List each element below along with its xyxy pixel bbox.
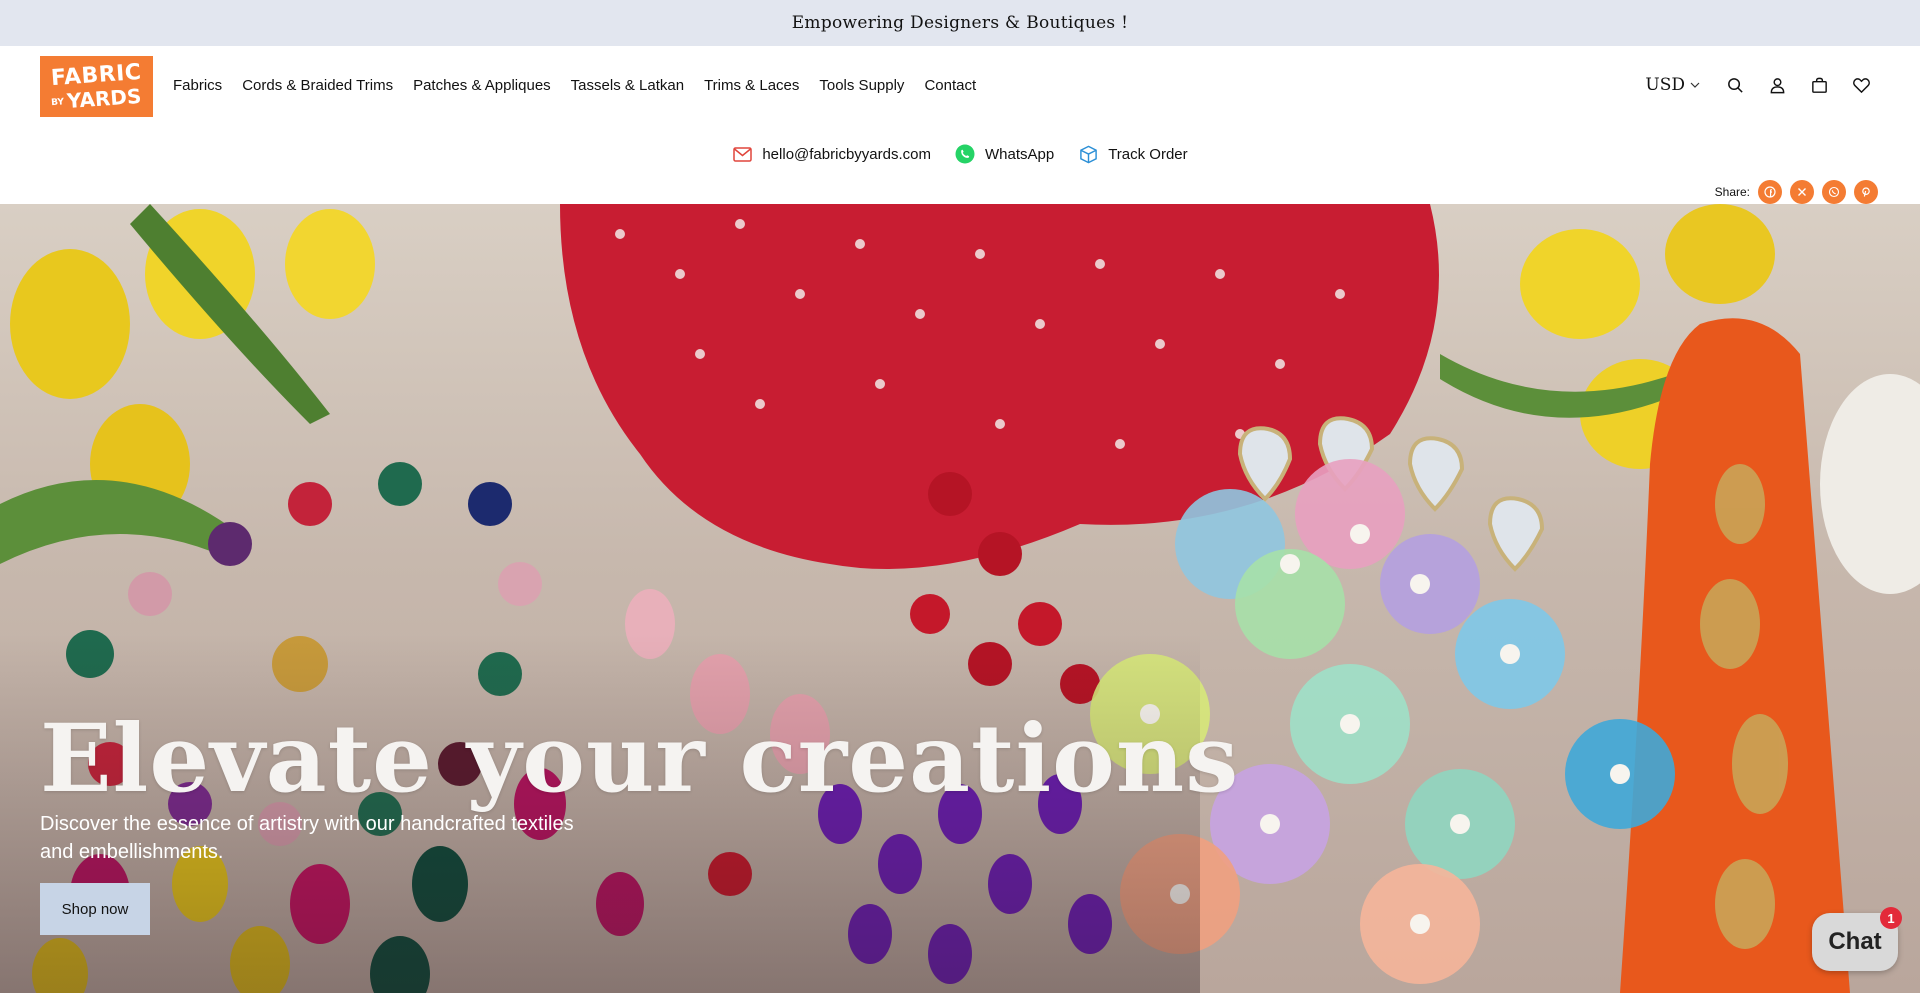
announcement-text: Empowering Designers & Boutiques ! xyxy=(791,13,1129,33)
email-link[interactable]: hello@fabricbyyards.com xyxy=(732,144,931,164)
currency-selector[interactable]: USD xyxy=(1645,75,1700,95)
cart-icon[interactable] xyxy=(1808,74,1830,96)
share-label: Share: xyxy=(1714,185,1750,199)
search-icon[interactable] xyxy=(1724,74,1746,96)
chat-badge: 1 xyxy=(1880,907,1902,929)
chat-label: Chat xyxy=(1828,928,1882,955)
hero-title: Elevate your creations xyxy=(40,704,1240,814)
header-icons: USD xyxy=(1645,74,1872,96)
x-icon[interactable] xyxy=(1790,180,1814,204)
nav-item-fabrics[interactable]: Fabrics xyxy=(173,77,222,94)
mail-icon xyxy=(732,144,752,164)
chevron-down-icon xyxy=(1690,82,1700,88)
hero-banner: Elevate your creations Discover the esse… xyxy=(0,204,1920,993)
nav-item-contact[interactable]: Contact xyxy=(924,77,976,94)
share-bar: Share: xyxy=(1715,180,1878,204)
nav-item-tools[interactable]: Tools Supply xyxy=(819,77,904,94)
track-order-link[interactable]: Track Order xyxy=(1078,144,1188,164)
account-icon[interactable] xyxy=(1766,74,1788,96)
track-order-text: Track Order xyxy=(1108,145,1188,163)
hero-subtitle: Discover the essence of artistry with ou… xyxy=(40,813,574,863)
nav-item-tassels[interactable]: Tassels & Latkan xyxy=(571,77,684,94)
whatsapp-text: WhatsApp xyxy=(984,145,1055,163)
logo[interactable]: FABRIC BYYARDS xyxy=(40,56,153,117)
pinterest-icon[interactable] xyxy=(1854,180,1878,204)
whatsapp-link[interactable]: WhatsApp xyxy=(955,144,1054,164)
email-text: hello@fabricbyyards.com xyxy=(762,145,931,163)
site-header: FABRIC BYYARDS Fabrics Cords & Braided T… xyxy=(0,46,1920,204)
currency-label: USD xyxy=(1645,75,1685,95)
chat-button[interactable]: Chat 1 xyxy=(1812,907,1902,971)
announcement-bar: Empowering Designers & Boutiques ! xyxy=(0,0,1920,46)
wishlist-icon[interactable] xyxy=(1850,74,1872,96)
nav-item-cords[interactable]: Cords & Braided Trims xyxy=(242,77,393,94)
box-icon xyxy=(1078,144,1098,164)
whatsapp-share-icon[interactable] xyxy=(1822,180,1846,204)
shop-now-button[interactable]: Shop now xyxy=(40,883,150,935)
facebook-icon[interactable] xyxy=(1758,180,1782,204)
whatsapp-icon xyxy=(955,144,975,164)
contact-row: hello@fabricbyyards.com WhatsApp Track O… xyxy=(0,144,1920,164)
nav-item-trims[interactable]: Trims & Laces xyxy=(704,77,799,94)
main-nav: Fabrics Cords & Braided Trims Patches & … xyxy=(173,77,976,94)
nav-item-patches[interactable]: Patches & Appliques xyxy=(413,77,551,94)
